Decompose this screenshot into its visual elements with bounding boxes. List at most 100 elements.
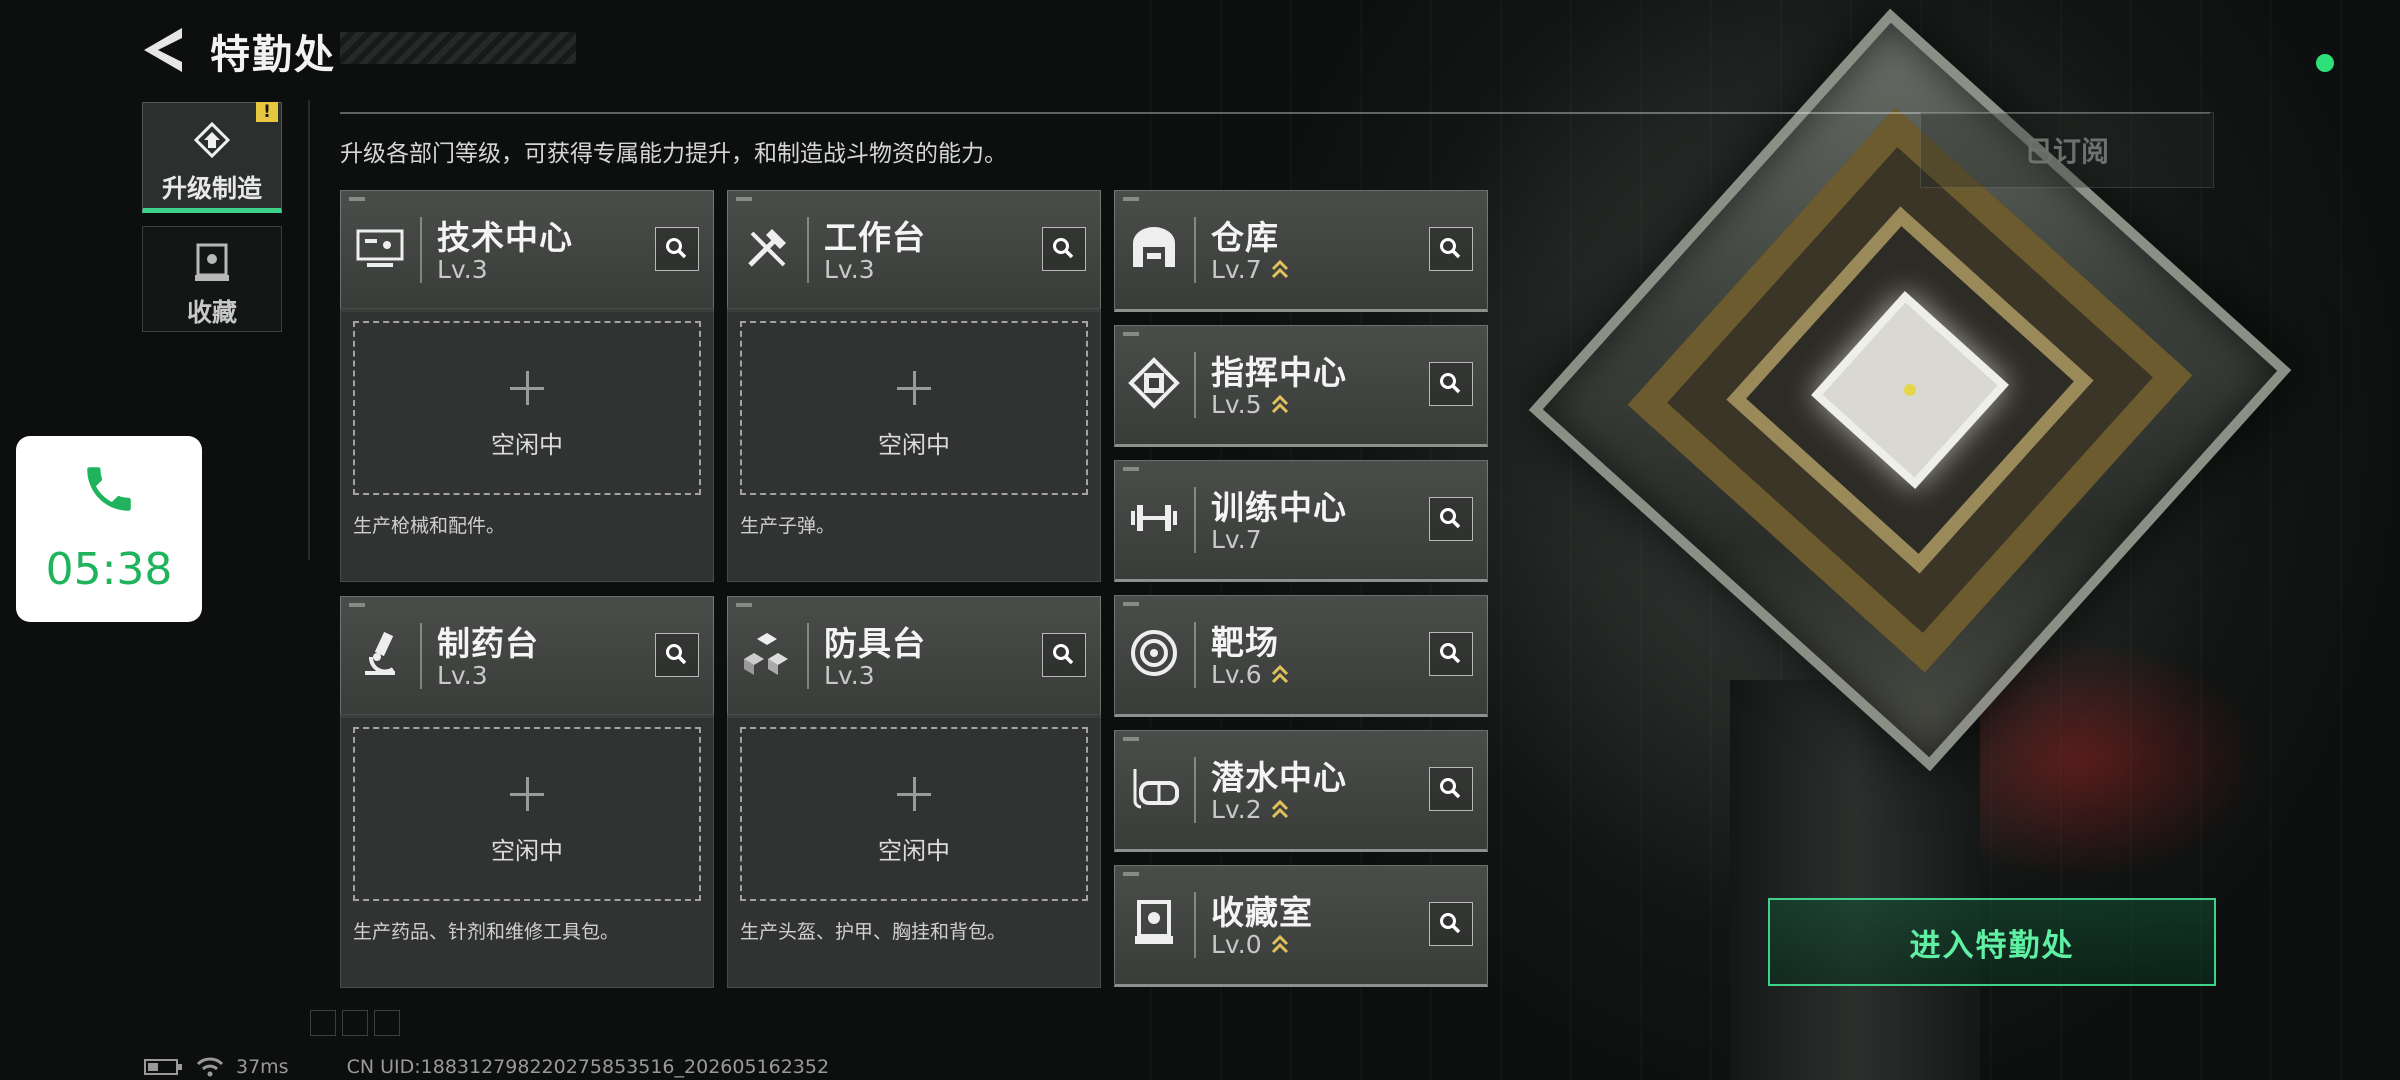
back-arrow-icon [144,28,182,72]
nav-tab-collection[interactable]: 收藏 [142,226,282,332]
dept-card-diving-center[interactable]: 潜水中心 Lv.2 [1114,730,1488,852]
battery-icon [144,1059,182,1075]
chip-icon [1128,357,1180,409]
production-slot[interactable]: 空闲中 [353,727,701,901]
cubes-icon [744,633,788,675]
display-case-icon [1135,900,1173,944]
monitor-icon [356,229,404,267]
upgrade-chevron-icon [1271,934,1289,954]
upgrade-chevron-icon [1271,664,1289,684]
status-indicator-dot [2316,54,2334,72]
dept-name: 仓库 [1211,218,1279,257]
dept-level: Lv.6 [1211,660,1262,689]
dept-level: Lv.0 [1211,930,1262,959]
search-icon [1053,238,1074,259]
inspect-button[interactable] [1042,633,1086,677]
nav-divider [308,100,310,560]
dept-card-training-center[interactable]: 训练中心 Lv.7 [1114,460,1488,582]
dept-name: 训练中心 [1211,488,1347,527]
inspect-button[interactable] [1042,227,1086,271]
back-button[interactable] [142,26,186,74]
collection-icon [195,243,229,281]
station-description: 生产子弹。 [740,515,836,537]
status-bar: 37ms CN UID:1883127982202758535​16_20260… [144,1056,829,1078]
station-description: 生产头盔、护甲、胸挂和背包。 [740,921,1007,943]
slot-status: 空闲中 [491,431,563,459]
alert-badge: ! [256,102,278,122]
inspect-button[interactable] [1429,362,1473,406]
dumbbell-icon [1131,505,1177,531]
production-slot[interactable]: 空闲中 [740,727,1088,901]
search-icon [666,238,687,259]
enter-special-ops-button[interactable]: 进入特勤处 [1768,898,2216,986]
upgrade-chevron-icon [1271,394,1289,414]
plus-icon [510,777,544,811]
ping-value: 37ms [236,1056,289,1078]
search-icon [1053,644,1074,665]
station-name: 防具台 [824,624,926,663]
search-icon [1440,778,1461,799]
dept-card-command-center[interactable]: 指挥中心 Lv.5 [1114,325,1488,447]
inspect-button[interactable] [1429,227,1473,271]
target-icon [1131,630,1177,676]
mini-toolbar [310,1010,400,1036]
dept-level: Lv.7 [1211,255,1262,284]
warehouse-icon [1133,227,1175,267]
inspect-button[interactable] [1429,497,1473,541]
inspect-button[interactable] [1429,902,1473,946]
dept-card-shooting-range[interactable]: 靶场 Lv.6 [1114,595,1488,717]
station-card-tech-center[interactable]: 技术中心 Lv.3 [340,190,714,312]
tools-icon [748,229,786,267]
upgrade-icon [193,121,231,159]
diving-mask-icon [1133,769,1179,809]
call-widget[interactable]: 05:38 [16,436,202,622]
slot-status: 空闲中 [878,431,950,459]
slot-status: 空闲中 [491,837,563,865]
search-icon [1440,238,1461,259]
search-icon [666,644,687,665]
station-level: Lv.3 [437,661,488,690]
search-icon [1440,373,1461,394]
page-subtitle: 升级各部门等级，可获得专属能力提升，和制造战斗物资的能力。 [340,141,1007,167]
production-slot[interactable]: 空闲中 [740,321,1088,495]
station-description: 生产药品、针剂和维修工具包。 [353,921,620,943]
production-panel-tech-center: 空闲中 生产枪械和配件。 [340,308,714,582]
inspect-button[interactable] [1429,767,1473,811]
plus-icon [897,371,931,405]
dept-name: 潜水中心 [1211,758,1347,797]
nav-tab-collection-label: 收藏 [186,298,237,327]
search-icon [1440,643,1461,664]
inspect-button[interactable] [655,227,699,271]
inspect-button[interactable] [655,633,699,677]
upgrade-chevron-icon [1271,259,1289,279]
station-level: Lv.3 [437,255,488,284]
production-panel-workbench: 空闲中 生产子弹。 [727,308,1101,582]
station-name: 工作台 [824,218,926,257]
dept-card-warehouse[interactable]: 仓库 Lv.7 [1114,190,1488,312]
dept-level: Lv.7 [1211,525,1262,554]
dept-level: Lv.5 [1211,390,1262,419]
slot-status: 空闲中 [878,837,950,865]
call-duration: 05:38 [45,544,173,595]
inspect-button[interactable] [1429,632,1473,676]
page-title: 特勤处 [210,32,336,78]
production-panel-pharmacy: 空闲中 生产药品、针剂和维修工具包。 [340,714,714,988]
subscribed-button[interactable]: 已订阅 [1920,112,2214,188]
station-name: 制药台 [437,624,539,663]
dept-card-collection-room[interactable]: 收藏室 Lv.0 [1114,865,1488,987]
phone-icon [87,467,131,511]
station-description: 生产枪械和配件。 [353,515,506,537]
dept-name: 收藏室 [1211,893,1313,932]
station-name: 技术中心 [437,218,573,257]
search-icon [1440,913,1461,934]
production-slot[interactable]: 空闲中 [353,321,701,495]
station-card-pharmacy[interactable]: 制药台 Lv.3 [340,596,714,718]
dept-name: 指挥中心 [1211,353,1347,392]
station-card-workbench[interactable]: 工作台 Lv.3 [727,190,1101,312]
user-uid: CN UID:1883127982202758535​16_2026051623… [346,1056,830,1078]
station-card-armor[interactable]: 防具台 Lv.3 [727,596,1101,718]
wifi-icon [196,1057,224,1077]
microscope-icon [365,631,395,675]
dept-name: 靶场 [1211,623,1279,662]
title-decoration [340,32,576,64]
